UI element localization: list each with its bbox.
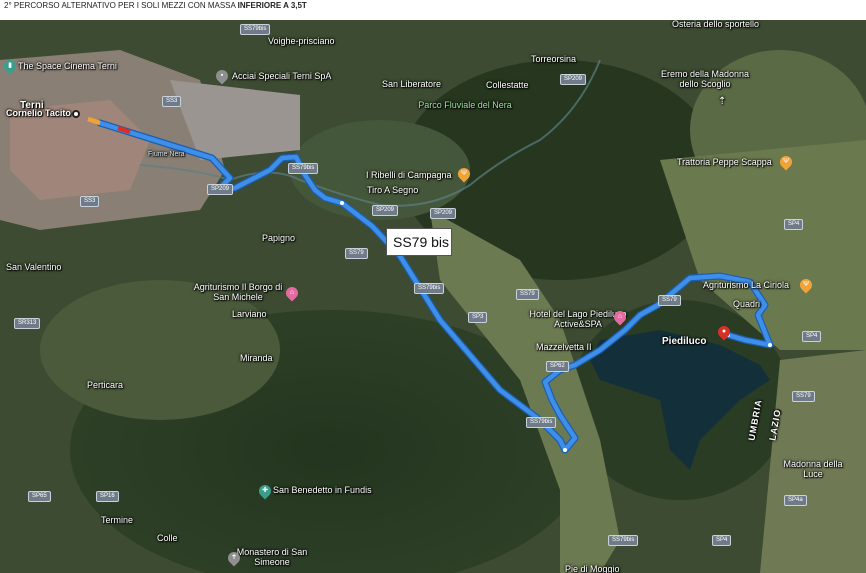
page-title: 2° PERCORSO ALTERNATIVO PER I SOLI MEZZI… [0,0,866,20]
road-callout: SS79 bis [386,228,452,256]
road-shield: SS79bis [288,163,319,174]
place-label: Colle [157,533,178,543]
restaurant-pin-icon[interactable]: Ψ [777,153,795,171]
road-shield: SS79bis [414,283,445,294]
place-label: Trattoria Peppe Scappa [677,157,772,167]
road-shield: SS79 [792,391,815,402]
place-label: Voighe-prisciano [268,36,335,46]
place-label: Perticara [87,380,124,390]
road-shield: SP3 [468,312,488,323]
factory-pin-icon[interactable]: ▪ [213,67,231,85]
place-label: Eremo della Madonna dello Scoglio [660,69,750,89]
road-shield: SS79 [345,248,368,259]
hotel-pin-icon[interactable]: ⌂ [611,308,629,326]
road-shield: SS79bis [240,24,271,35]
road-shield: SP65 [28,491,51,502]
landmark-icon: ⇡ [718,96,727,107]
cinema-pin-icon[interactable]: ▮ [1,57,19,75]
place-label: Agriturismo Il Borgo di San Michele [193,282,283,302]
road-shield: SS79 [516,289,539,300]
restaurant-pin-icon[interactable]: Ψ [455,165,473,183]
title-text: 2° PERCORSO ALTERNATIVO PER I SOLI MEZZI… [4,1,238,10]
road-shield: SP62 [546,361,569,372]
road-shield: SR313 [14,318,41,329]
place-label: Parco Fluviale del Nera [418,100,512,110]
place-label: Collestatte [486,80,529,90]
origin-marker-icon[interactable] [72,110,80,118]
road-shield: SS79bis [526,417,557,428]
road-shield: SP4 [712,535,732,546]
place-label: Quadri [733,299,761,309]
place-label: Termine [101,515,134,525]
place-label: San Liberatore [382,79,442,89]
place-label: Tiro A Segno [367,185,419,195]
road-shield: SS79bis [608,535,639,546]
place-label: Larviano [232,309,267,319]
place-label: Monastero di San Simeone [236,547,308,567]
road-shield: SP209 [430,208,457,219]
restaurant-pin-icon[interactable]: Ψ [797,276,815,294]
lodging-pin-icon[interactable]: ⌂ [283,284,301,302]
place-label: Cornelio Tacito [6,108,71,118]
place-label: Madonna della Luce [783,459,843,479]
place-label: Mazzelvetta II [536,342,592,352]
road-shield: SP4a [784,495,807,506]
place-label: San Valentino [6,262,62,272]
place-label: Acciai Speciali Terni SpA [232,71,332,81]
road-shield: SS3 [80,196,100,207]
place-label: Miranda [240,353,273,363]
monastery-pin-icon[interactable]: ✝ [225,549,243,567]
river-label: Fiume Nera [148,151,185,158]
road-shield: SP209 [372,205,399,216]
road-shield: SS3 [162,96,182,107]
place-label: The Space Cinema Terni [18,61,117,71]
road-shield: SP209 [560,74,587,85]
road-shield: SP16 [96,491,119,502]
place-label: I Ribelli di Campagna [366,170,452,180]
place-label: Piediluco [662,336,707,347]
road-shield: SP209 [207,184,234,195]
satellite-map[interactable]: Terni Cornelio Tacito The Space Cinema T… [0,20,866,573]
place-label: Torreorsina [531,54,577,64]
place-label: Pie di Moggio [565,564,620,573]
place-label: San Benedetto in Fundis [273,485,372,495]
road-shield: SP4 [802,331,822,342]
church-pin-icon[interactable]: ✚ [256,482,274,500]
place-label: Osteria dello sportello [672,20,760,29]
title-text-bold: INFERIORE A 3,5T [237,1,307,10]
road-shield: SP4 [784,219,804,230]
place-label: Agriturismo La Ciriola [703,280,790,290]
place-label: Papigno [262,233,296,243]
road-shield: SS79 [658,295,681,306]
destination-pin-icon[interactable]: ● [715,323,733,341]
